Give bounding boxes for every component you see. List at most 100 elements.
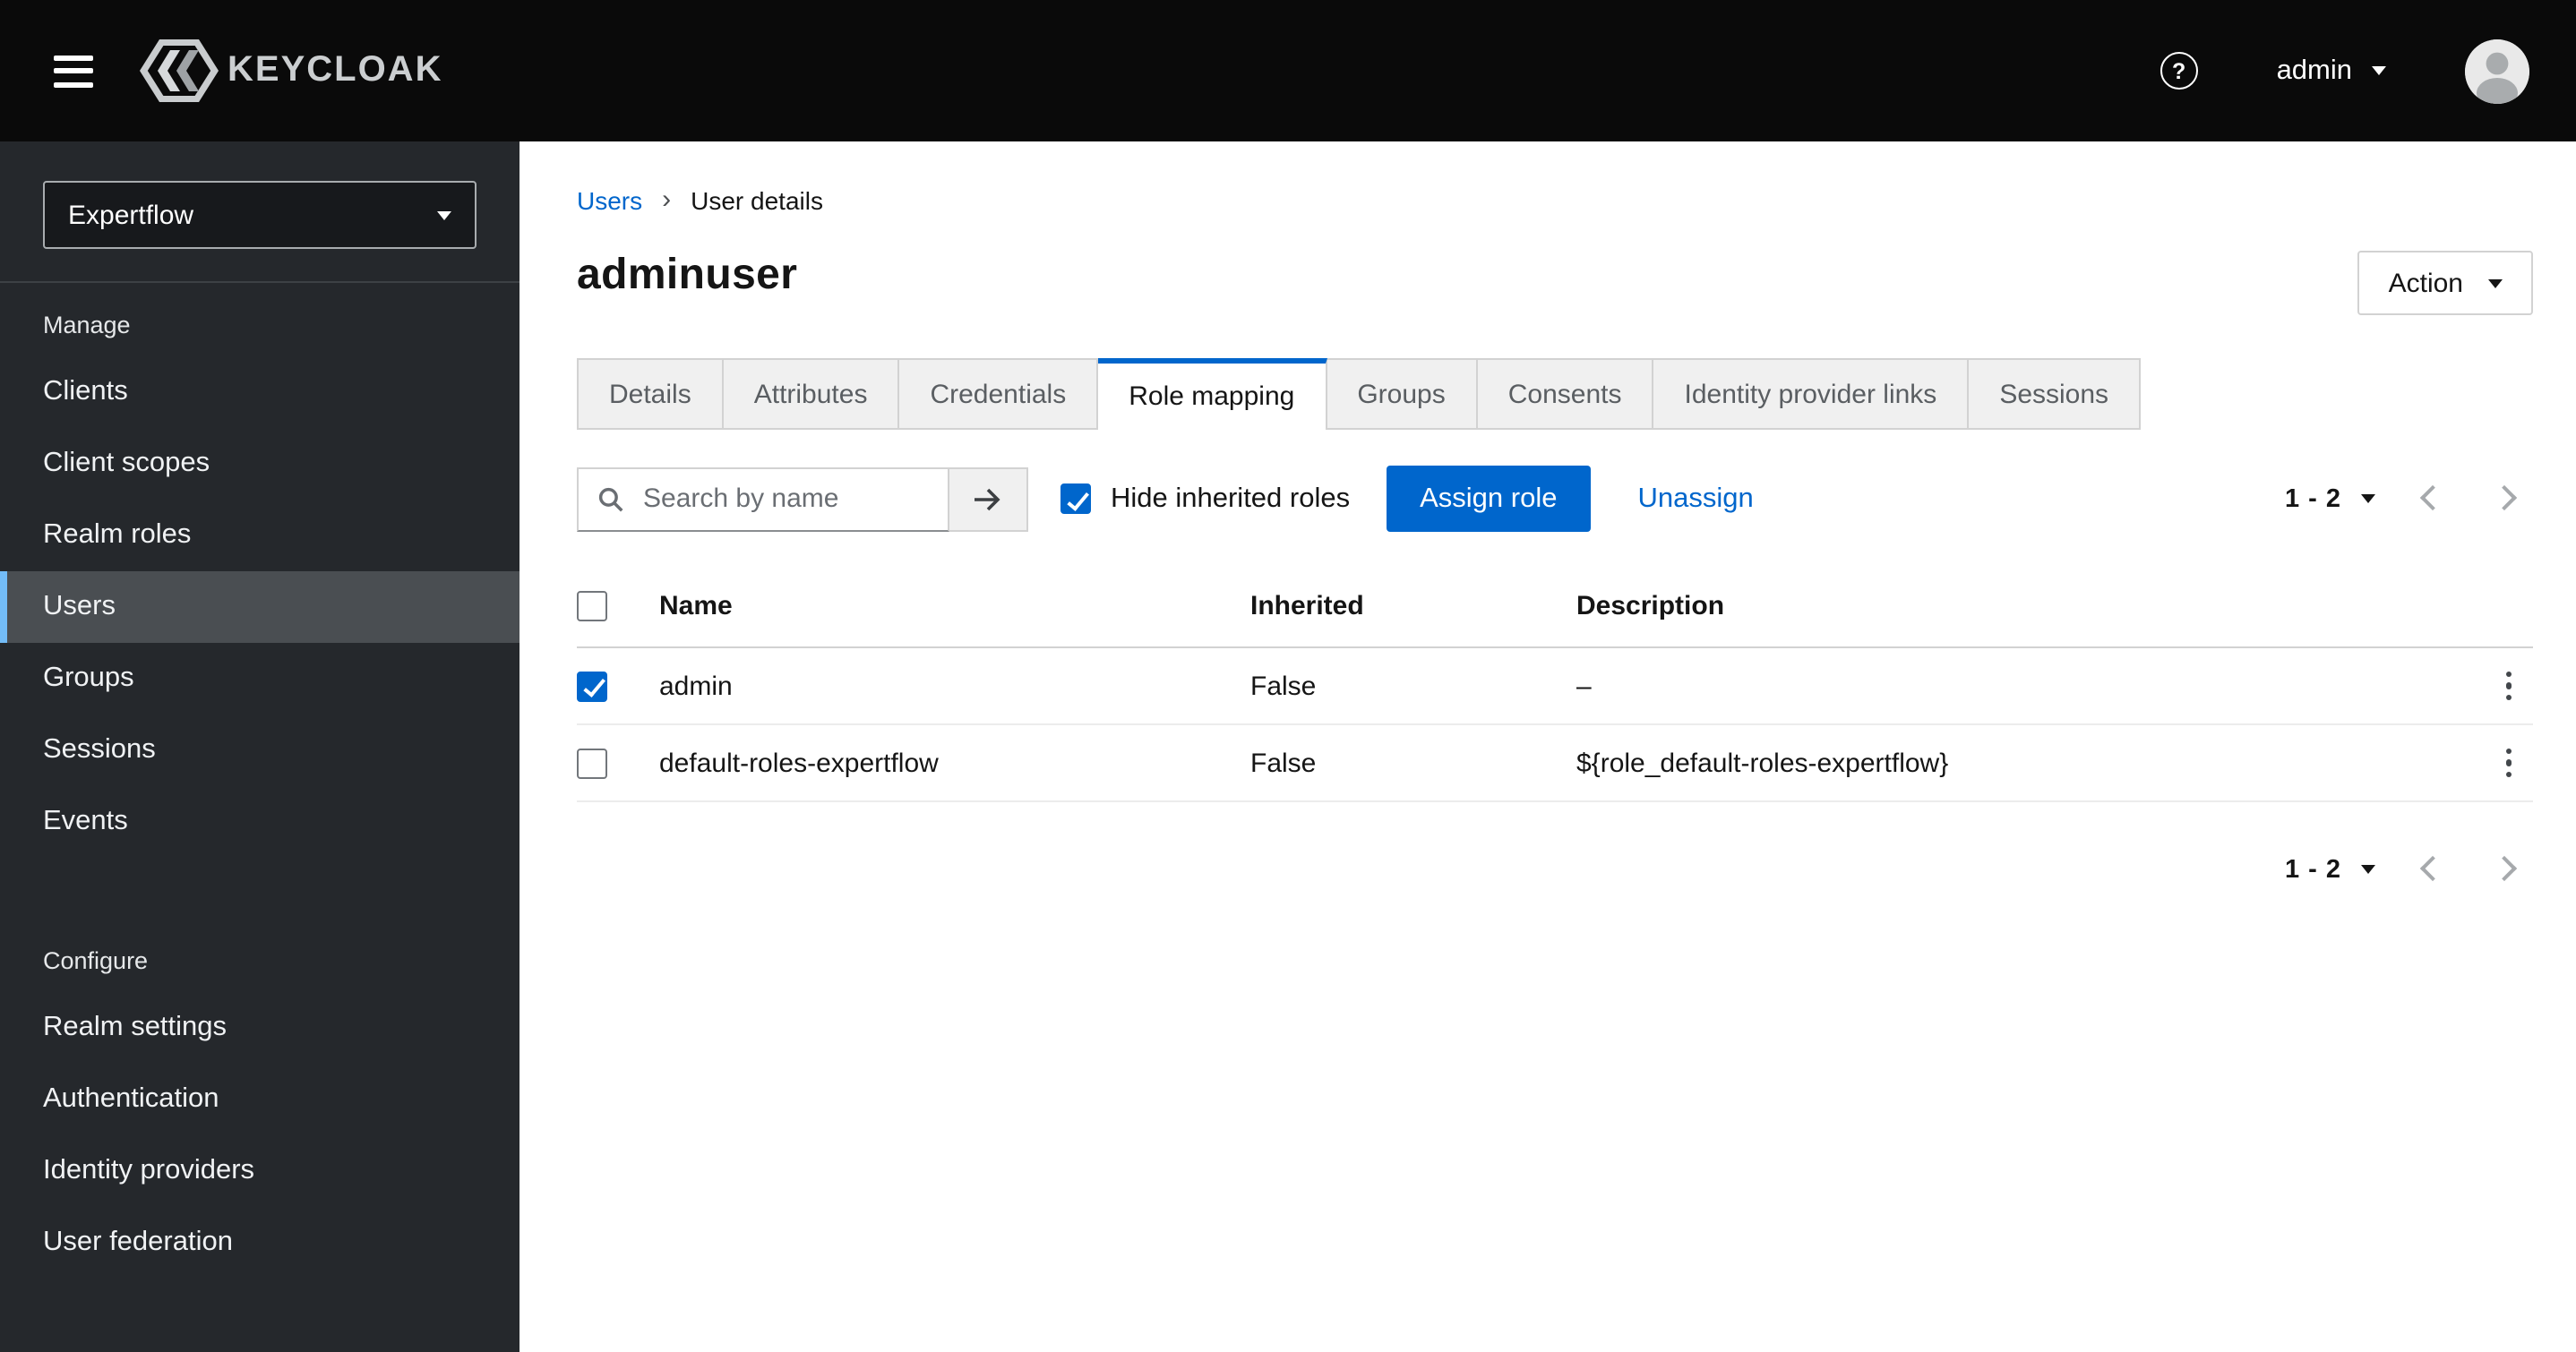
column-header-name: Name xyxy=(659,590,733,620)
hide-inherited-label: Hide inherited roles xyxy=(1111,483,1351,513)
sidebar-item-clients[interactable]: Clients xyxy=(0,356,519,428)
nav-section-manage: Manage Clients Client scopes Realm roles… xyxy=(0,283,519,858)
sidebar-item-client-scopes[interactable]: Client scopes xyxy=(0,428,519,500)
nav-section-configure: Configure Realm settings Authentication … xyxy=(0,919,519,1279)
role-name: default-roles-expertflow xyxy=(659,748,939,778)
page-title: adminuser xyxy=(577,251,798,299)
search-icon xyxy=(598,486,623,511)
keycloak-logo-mark xyxy=(140,39,219,102)
chevron-down-icon xyxy=(2372,66,2386,75)
sidebar: Expertflow Manage Clients Client scopes … xyxy=(0,141,519,1352)
help-icon[interactable]: ? xyxy=(2160,52,2198,90)
toolbar: Hide inherited roles Assign role Unassig… xyxy=(577,466,2533,532)
user-menu-label: admin xyxy=(2276,55,2352,85)
chevron-down-icon xyxy=(437,210,451,219)
tab-details[interactable]: Details xyxy=(577,358,724,430)
nav-toggle-icon[interactable] xyxy=(47,47,100,94)
action-dropdown-label: Action xyxy=(2388,268,2463,298)
role-inherited: False xyxy=(1250,671,1317,701)
sidebar-item-authentication[interactable]: Authentication xyxy=(0,1064,519,1135)
main-content: Users › User details adminuser Action De… xyxy=(519,141,2576,1352)
sidebar-item-events[interactable]: Events xyxy=(0,786,519,858)
role-mapping-table: Name Inherited Description admin False –… xyxy=(577,564,2533,802)
sidebar-item-identity-providers[interactable]: Identity providers xyxy=(0,1135,519,1207)
hide-inherited-roles-control[interactable]: Hide inherited roles xyxy=(1060,483,1350,515)
user-avatar-icon xyxy=(2465,39,2529,103)
breadcrumb: Users › User details xyxy=(577,184,2533,215)
pagination-range-dropdown[interactable]: 1 - 2 xyxy=(2271,474,2390,524)
row-checkbox[interactable] xyxy=(577,748,607,778)
pagination-top: 1 - 2 xyxy=(2271,471,2533,526)
pagination-next-button[interactable] xyxy=(2476,842,2533,897)
unassign-link[interactable]: Unassign xyxy=(1637,483,1753,515)
pagination-next-button[interactable] xyxy=(2476,471,2533,526)
table-row-default-roles: default-roles-expertflow False ${role_de… xyxy=(577,725,2533,802)
pagination-range-dropdown[interactable]: 1 - 2 xyxy=(2271,844,2390,894)
hide-inherited-checkbox[interactable] xyxy=(1060,483,1091,514)
avatar[interactable] xyxy=(2465,39,2529,103)
chevron-left-icon xyxy=(2419,484,2446,511)
nav-section-title: Configure xyxy=(43,947,149,974)
search-submit-button[interactable] xyxy=(949,466,1028,531)
sidebar-item-user-federation[interactable]: User federation xyxy=(0,1207,519,1279)
chevron-down-icon xyxy=(2361,494,2375,503)
search-input[interactable] xyxy=(640,482,933,516)
tab-bar: Details Attributes Credentials Role mapp… xyxy=(577,358,2533,430)
sidebar-item-sessions[interactable]: Sessions xyxy=(0,715,519,786)
row-checkbox[interactable] xyxy=(577,671,607,701)
sidebar-item-groups[interactable]: Groups xyxy=(0,643,519,715)
column-header-description: Description xyxy=(1576,590,1725,620)
kebab-menu-icon[interactable] xyxy=(2484,660,2533,711)
tab-consents[interactable]: Consents xyxy=(1477,358,1654,430)
kebab-menu-icon[interactable] xyxy=(2484,737,2533,788)
realm-selector[interactable]: Expertflow xyxy=(43,181,477,249)
pagination-range: 1 - 2 xyxy=(2284,484,2341,513)
tab-sessions[interactable]: Sessions xyxy=(1969,358,2142,430)
realm-selector-value: Expertflow xyxy=(68,200,194,230)
keycloak-logo: KEYCLOAK xyxy=(140,39,442,102)
pagination-prev-button[interactable] xyxy=(2404,471,2461,526)
nav-section-title: Manage xyxy=(43,312,131,338)
keycloak-admin-console: KEYCLOAK ? admin Expertflow Manage Clien… xyxy=(0,0,2576,1352)
sidebar-item-users[interactable]: Users xyxy=(0,571,519,643)
breadcrumb-current: User details xyxy=(691,185,823,214)
column-header-inherited: Inherited xyxy=(1250,590,1364,620)
sidebar-item-realm-settings[interactable]: Realm settings xyxy=(0,992,519,1064)
help-glyph: ? xyxy=(2171,58,2186,83)
select-all-checkbox[interactable] xyxy=(577,590,607,620)
chevron-right-icon xyxy=(2491,484,2518,511)
user-menu[interactable]: admin xyxy=(2266,53,2397,89)
search-group xyxy=(577,466,1028,531)
pagination-bottom-wrap: 1 - 2 xyxy=(577,842,2533,897)
title-row: adminuser Action xyxy=(577,251,2533,315)
tab-credentials[interactable]: Credentials xyxy=(899,358,1099,430)
assign-role-button[interactable]: Assign role xyxy=(1386,466,1592,532)
role-description: – xyxy=(1576,671,1592,701)
table-row-admin: admin False – xyxy=(577,648,2533,725)
chevron-down-icon xyxy=(2361,865,2375,874)
arrow-right-icon xyxy=(975,487,1000,510)
chevron-left-icon xyxy=(2419,855,2446,882)
chevron-down-icon xyxy=(2488,278,2503,287)
tab-role-mapping[interactable]: Role mapping xyxy=(1098,358,1327,430)
pagination-prev-button[interactable] xyxy=(2404,842,2461,897)
masthead: KEYCLOAK ? admin xyxy=(0,0,2576,141)
tab-groups[interactable]: Groups xyxy=(1327,358,1478,430)
tab-identity-provider-links[interactable]: Identity provider links xyxy=(1653,358,1970,430)
keycloak-logo-text: KEYCLOAK xyxy=(228,50,443,90)
realm-selector-wrap: Expertflow xyxy=(0,141,519,283)
role-inherited: False xyxy=(1250,748,1317,778)
masthead-right: ? admin xyxy=(2160,39,2529,103)
breadcrumb-separator: › xyxy=(662,184,672,215)
sidebar-item-realm-roles[interactable]: Realm roles xyxy=(0,500,519,571)
role-name: admin xyxy=(659,671,733,701)
chevron-right-icon xyxy=(2491,855,2518,882)
table-header-row: Name Inherited Description xyxy=(577,564,2533,648)
breadcrumb-link-users[interactable]: Users xyxy=(577,185,642,214)
pagination-bottom: 1 - 2 xyxy=(2271,842,2533,897)
sidebar-nav: Manage Clients Client scopes Realm roles… xyxy=(0,283,519,1279)
role-description: ${role_default-roles-expertflow} xyxy=(1576,748,1949,778)
search-box xyxy=(577,466,949,531)
tab-attributes[interactable]: Attributes xyxy=(723,358,900,430)
action-dropdown-button[interactable]: Action xyxy=(2357,251,2533,315)
